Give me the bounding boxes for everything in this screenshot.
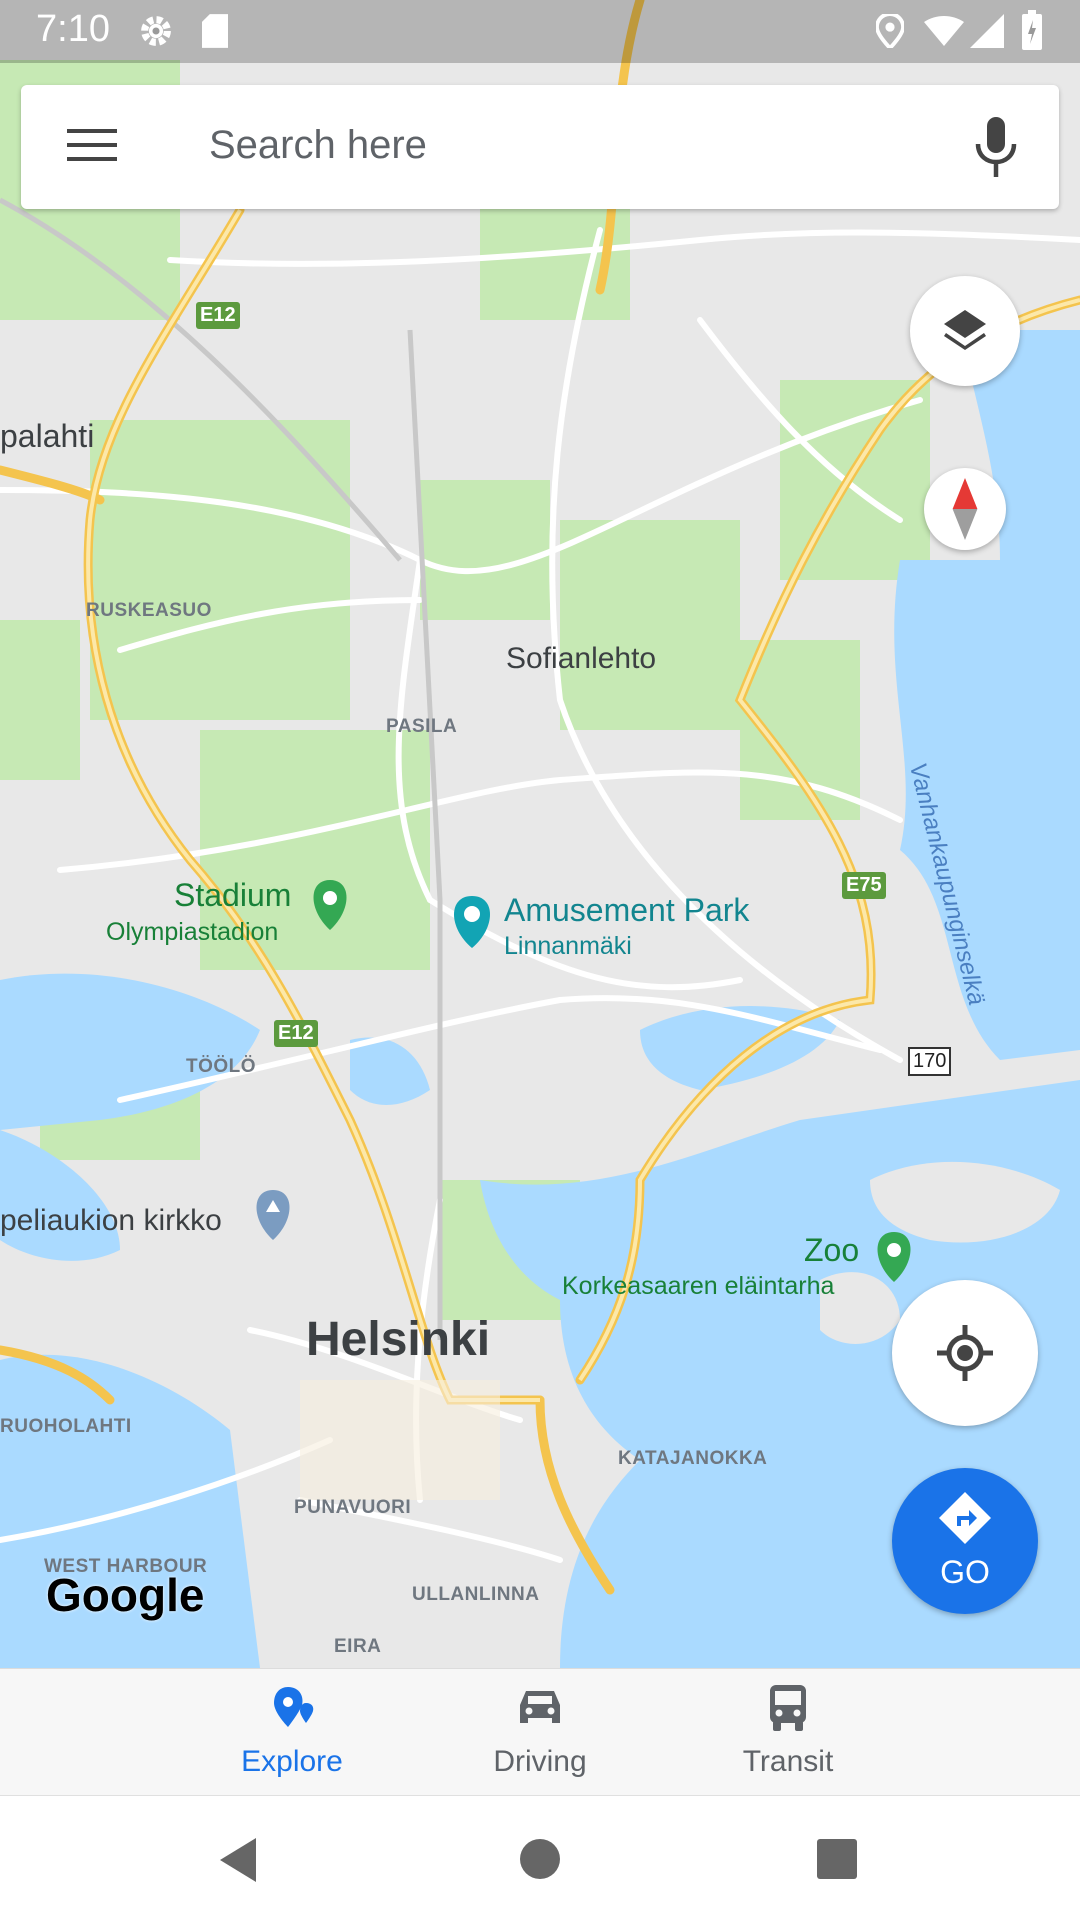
tab-driving-label: Driving — [493, 1745, 587, 1778]
microphone-icon[interactable] — [975, 117, 1017, 177]
poi-stadium-sublabel: Olympiastadion — [106, 918, 279, 946]
settings-gear-icon — [141, 16, 171, 46]
map-graphics — [0, 0, 1080, 1668]
status-time: 7:10 — [36, 8, 110, 50]
district-label-ruskeasuo: RUSKEASUO — [86, 600, 212, 621]
tab-transit[interactable]: Transit — [678, 1669, 898, 1795]
my-location-button[interactable] — [892, 1280, 1038, 1426]
status-bar: 7:10 — [0, 0, 1080, 63]
sd-card-icon — [202, 14, 228, 48]
recents-square-icon[interactable] — [817, 1839, 857, 1879]
system-navigation-bar — [0, 1795, 1080, 1921]
district-label-katajanokka: KATAJANOKKA — [618, 1448, 768, 1469]
search-input[interactable]: Search here — [209, 123, 427, 168]
poi-amusement-park-label[interactable]: Amusement Park — [504, 892, 749, 929]
road-shield-e12-top: E12 — [196, 302, 240, 329]
road-shield-e12-mid: E12 — [274, 1020, 318, 1047]
go-label: GO — [940, 1554, 990, 1590]
my-location-crosshair-icon — [937, 1325, 993, 1381]
district-label-toolo: TÖÖLÖ — [186, 1056, 257, 1077]
search-bar[interactable]: Search here — [21, 85, 1059, 209]
tab-explore[interactable]: Explore — [182, 1669, 402, 1795]
go-navigation-button[interactable]: GO — [892, 1468, 1038, 1614]
battery-icon — [1022, 10, 1042, 50]
explore-pin-icon — [274, 1687, 314, 1727]
directions-arrow-icon — [939, 1492, 991, 1544]
signal-icon — [970, 14, 1004, 48]
district-label-ullanlinna: ULLANLINNA — [412, 1584, 540, 1605]
bottom-nav-bar: Explore Driving Transit — [0, 1668, 1080, 1795]
hamburger-menu-icon[interactable] — [67, 125, 117, 165]
poi-church-label[interactable]: peliaukion kirkko — [0, 1204, 222, 1238]
poi-zoo-label[interactable]: Zoo — [804, 1232, 859, 1269]
city-label-helsinki: Helsinki — [306, 1313, 491, 1366]
back-triangle-icon[interactable] — [216, 1836, 260, 1884]
district-label-punavuori: PUNAVUORI — [294, 1497, 412, 1518]
area-label-palahti: palahti — [0, 418, 95, 454]
tab-transit-label: Transit — [742, 1745, 834, 1778]
wifi-icon — [924, 16, 964, 46]
area-label-sofianlehto: Sofianlehto — [506, 642, 657, 675]
map-layers-button[interactable] — [910, 276, 1020, 386]
bus-icon — [770, 1685, 806, 1731]
road-number-170: 170 — [908, 1047, 952, 1076]
district-label-ruoholahti: RUOHOLAHTI — [0, 1416, 132, 1437]
district-label-eira: EIRA — [334, 1636, 382, 1657]
google-logo: Google — [46, 1569, 205, 1621]
tab-driving[interactable]: Driving — [430, 1669, 650, 1795]
compass-button[interactable] — [924, 468, 1006, 550]
map-canvas[interactable]: palahti RUSKEASUO Sofianlehto PASILA Sta… — [0, 0, 1080, 1668]
district-label-pasila: PASILA — [386, 716, 458, 737]
compass-icon — [952, 478, 978, 540]
poi-amusement-park-sublabel: Linnanmäki — [504, 932, 632, 960]
car-icon — [520, 1691, 560, 1723]
poi-zoo-sublabel: Korkeasaaren eläintarha — [562, 1272, 835, 1300]
layers-icon — [944, 310, 986, 350]
tab-explore-label: Explore — [241, 1745, 343, 1778]
poi-stadium-label[interactable]: Stadium — [174, 877, 291, 914]
home-circle-icon[interactable] — [519, 1838, 561, 1880]
road-shield-e75: E75 — [842, 872, 886, 899]
location-icon — [876, 14, 904, 48]
